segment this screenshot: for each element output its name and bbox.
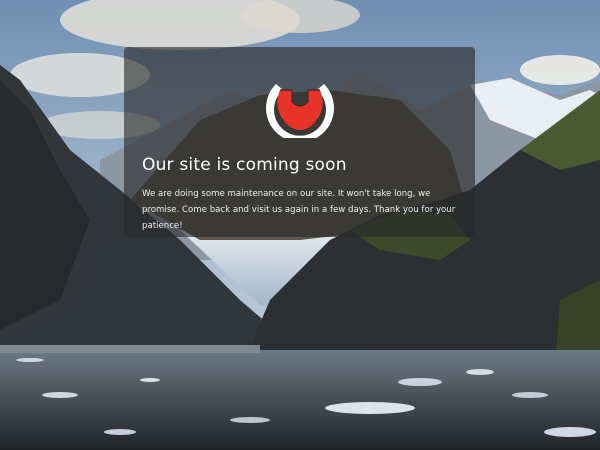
maintenance-message: We are doing some maintenance on our sit… (142, 189, 456, 231)
coming-soon-card: Our site is coming soon We are doing som… (124, 47, 475, 237)
maintenance-page: Our site is coming soon We are doing som… (0, 0, 600, 450)
wrench-logo-icon (262, 72, 338, 138)
page-title: Our site is coming soon (142, 155, 347, 175)
wrench-logo-icon (266, 84, 334, 138)
